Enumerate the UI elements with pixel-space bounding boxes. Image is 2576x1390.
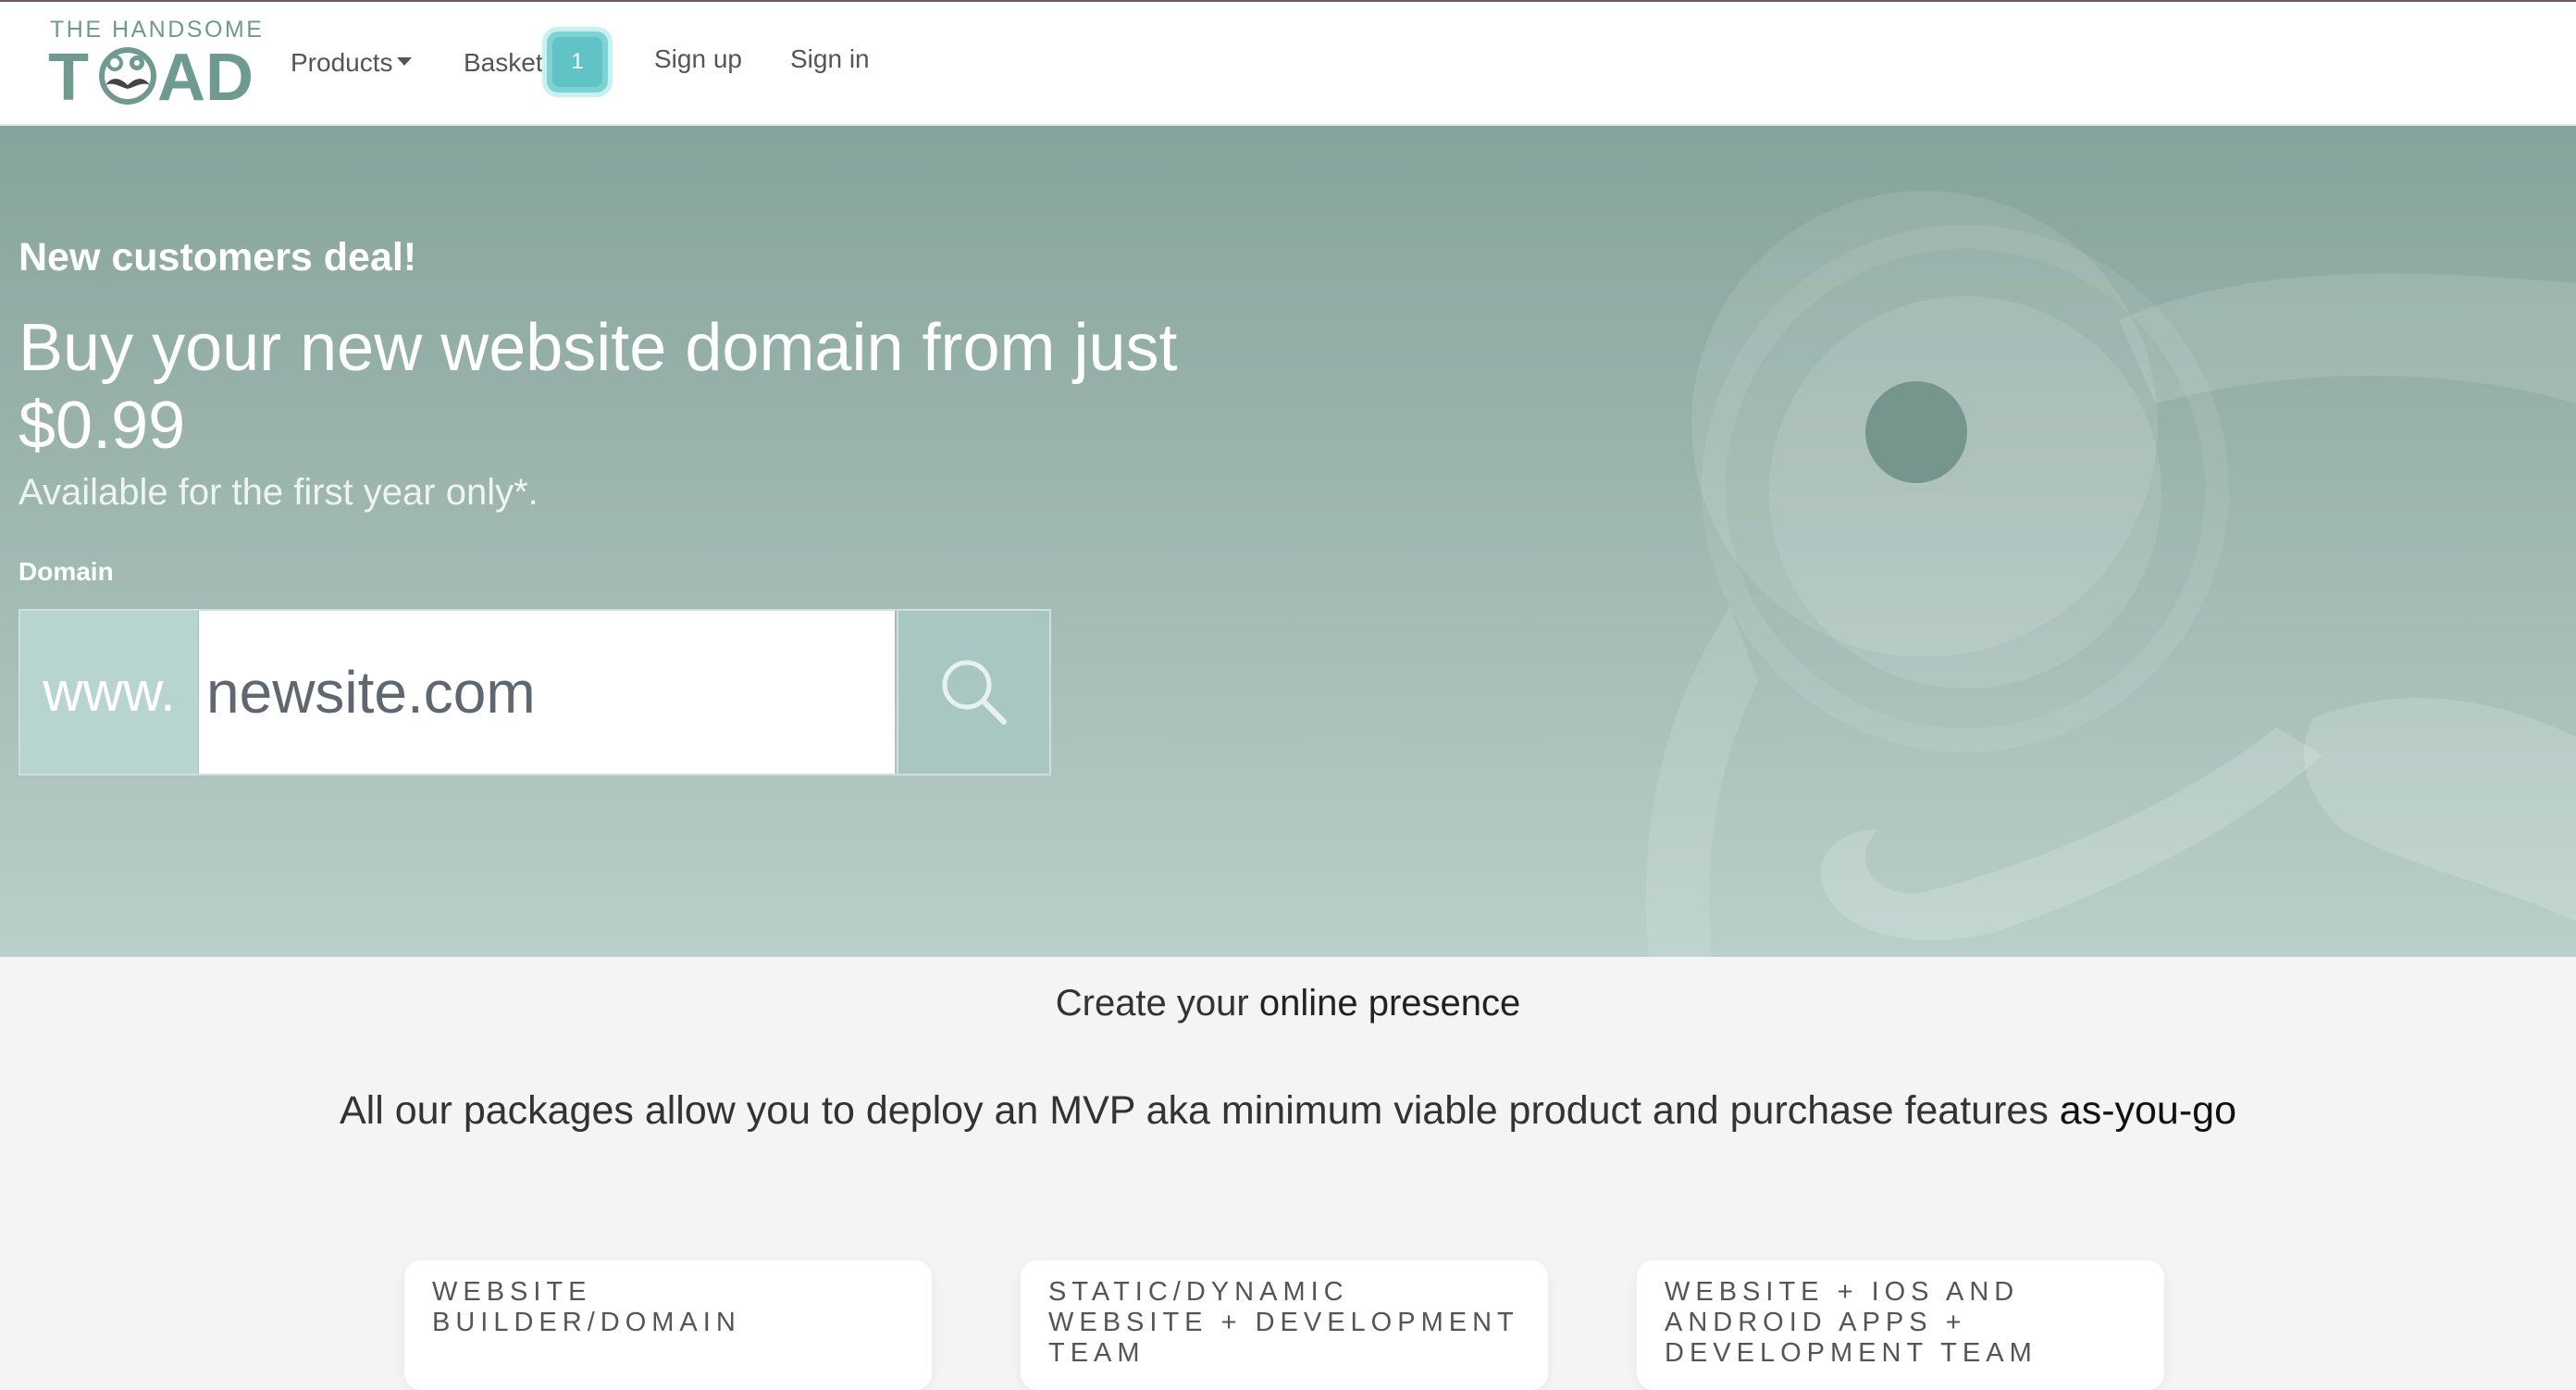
svg-text:T: T	[48, 43, 89, 107]
nav-products[interactable]: Products	[291, 48, 412, 78]
deal-heading: New customers deal!	[19, 235, 417, 279]
hero-headline: Buy your new website domain from just $0…	[19, 311, 1178, 463]
search-icon	[942, 660, 1007, 725]
svg-text:AD: AD	[157, 43, 254, 107]
packages-bold: as-you-go	[2059, 1088, 2236, 1133]
basket-count: 1	[571, 49, 584, 74]
domain-label: Domain	[19, 557, 114, 586]
nav-basket[interactable]: Basket	[464, 48, 543, 78]
package-card-title: Website Builder/Domain	[432, 1277, 741, 1337]
tagline-plain: Create your	[1055, 983, 1259, 1024]
package-card-title: Website + iOS and Android Apps + Develop…	[1665, 1277, 2037, 1368]
search-button[interactable]	[897, 611, 1049, 774]
brand-top-text: THE HANDSOME	[50, 17, 265, 43]
packages-plain: All our packages allow you to deploy an …	[339, 1088, 2060, 1133]
toad-logo-icon: T AD	[48, 43, 254, 107]
packages-description: All our packages allow you to deploy an …	[0, 1088, 2576, 1134]
hero-subline: Available for the first year only*.	[19, 472, 539, 513]
www-prefix: www.	[20, 611, 198, 774]
nav-signup[interactable]: Sign up	[654, 44, 742, 74]
domain-search-group: www.	[19, 609, 1051, 776]
nav-products-label: Products	[291, 48, 393, 77]
package-card-website-builder[interactable]: Website Builder/Domain	[404, 1260, 932, 1390]
tagline-bold: online presence	[1258, 983, 1521, 1024]
brand-logo[interactable]: THE HANDSOME T AD	[48, 17, 274, 107]
domain-input[interactable]	[199, 611, 895, 774]
package-card-title: Static/Dynamic Website + Development Tea…	[1048, 1277, 1519, 1368]
navbar: THE HANDSOME T AD Products Basket 1 Sign…	[0, 2, 2576, 126]
tagline: Create your online presence	[0, 983, 2576, 1024]
hero-banner: New customers deal! Buy your new website…	[0, 126, 2576, 957]
nav-signin[interactable]: Sign in	[790, 44, 870, 74]
basket-count-badge[interactable]: 1	[547, 31, 608, 93]
package-card-static-dynamic[interactable]: Static/Dynamic Website + Development Tea…	[1021, 1260, 1548, 1390]
package-card-apps[interactable]: Website + iOS and Android Apps + Develop…	[1637, 1260, 2164, 1390]
caret-down-icon	[396, 57, 412, 67]
